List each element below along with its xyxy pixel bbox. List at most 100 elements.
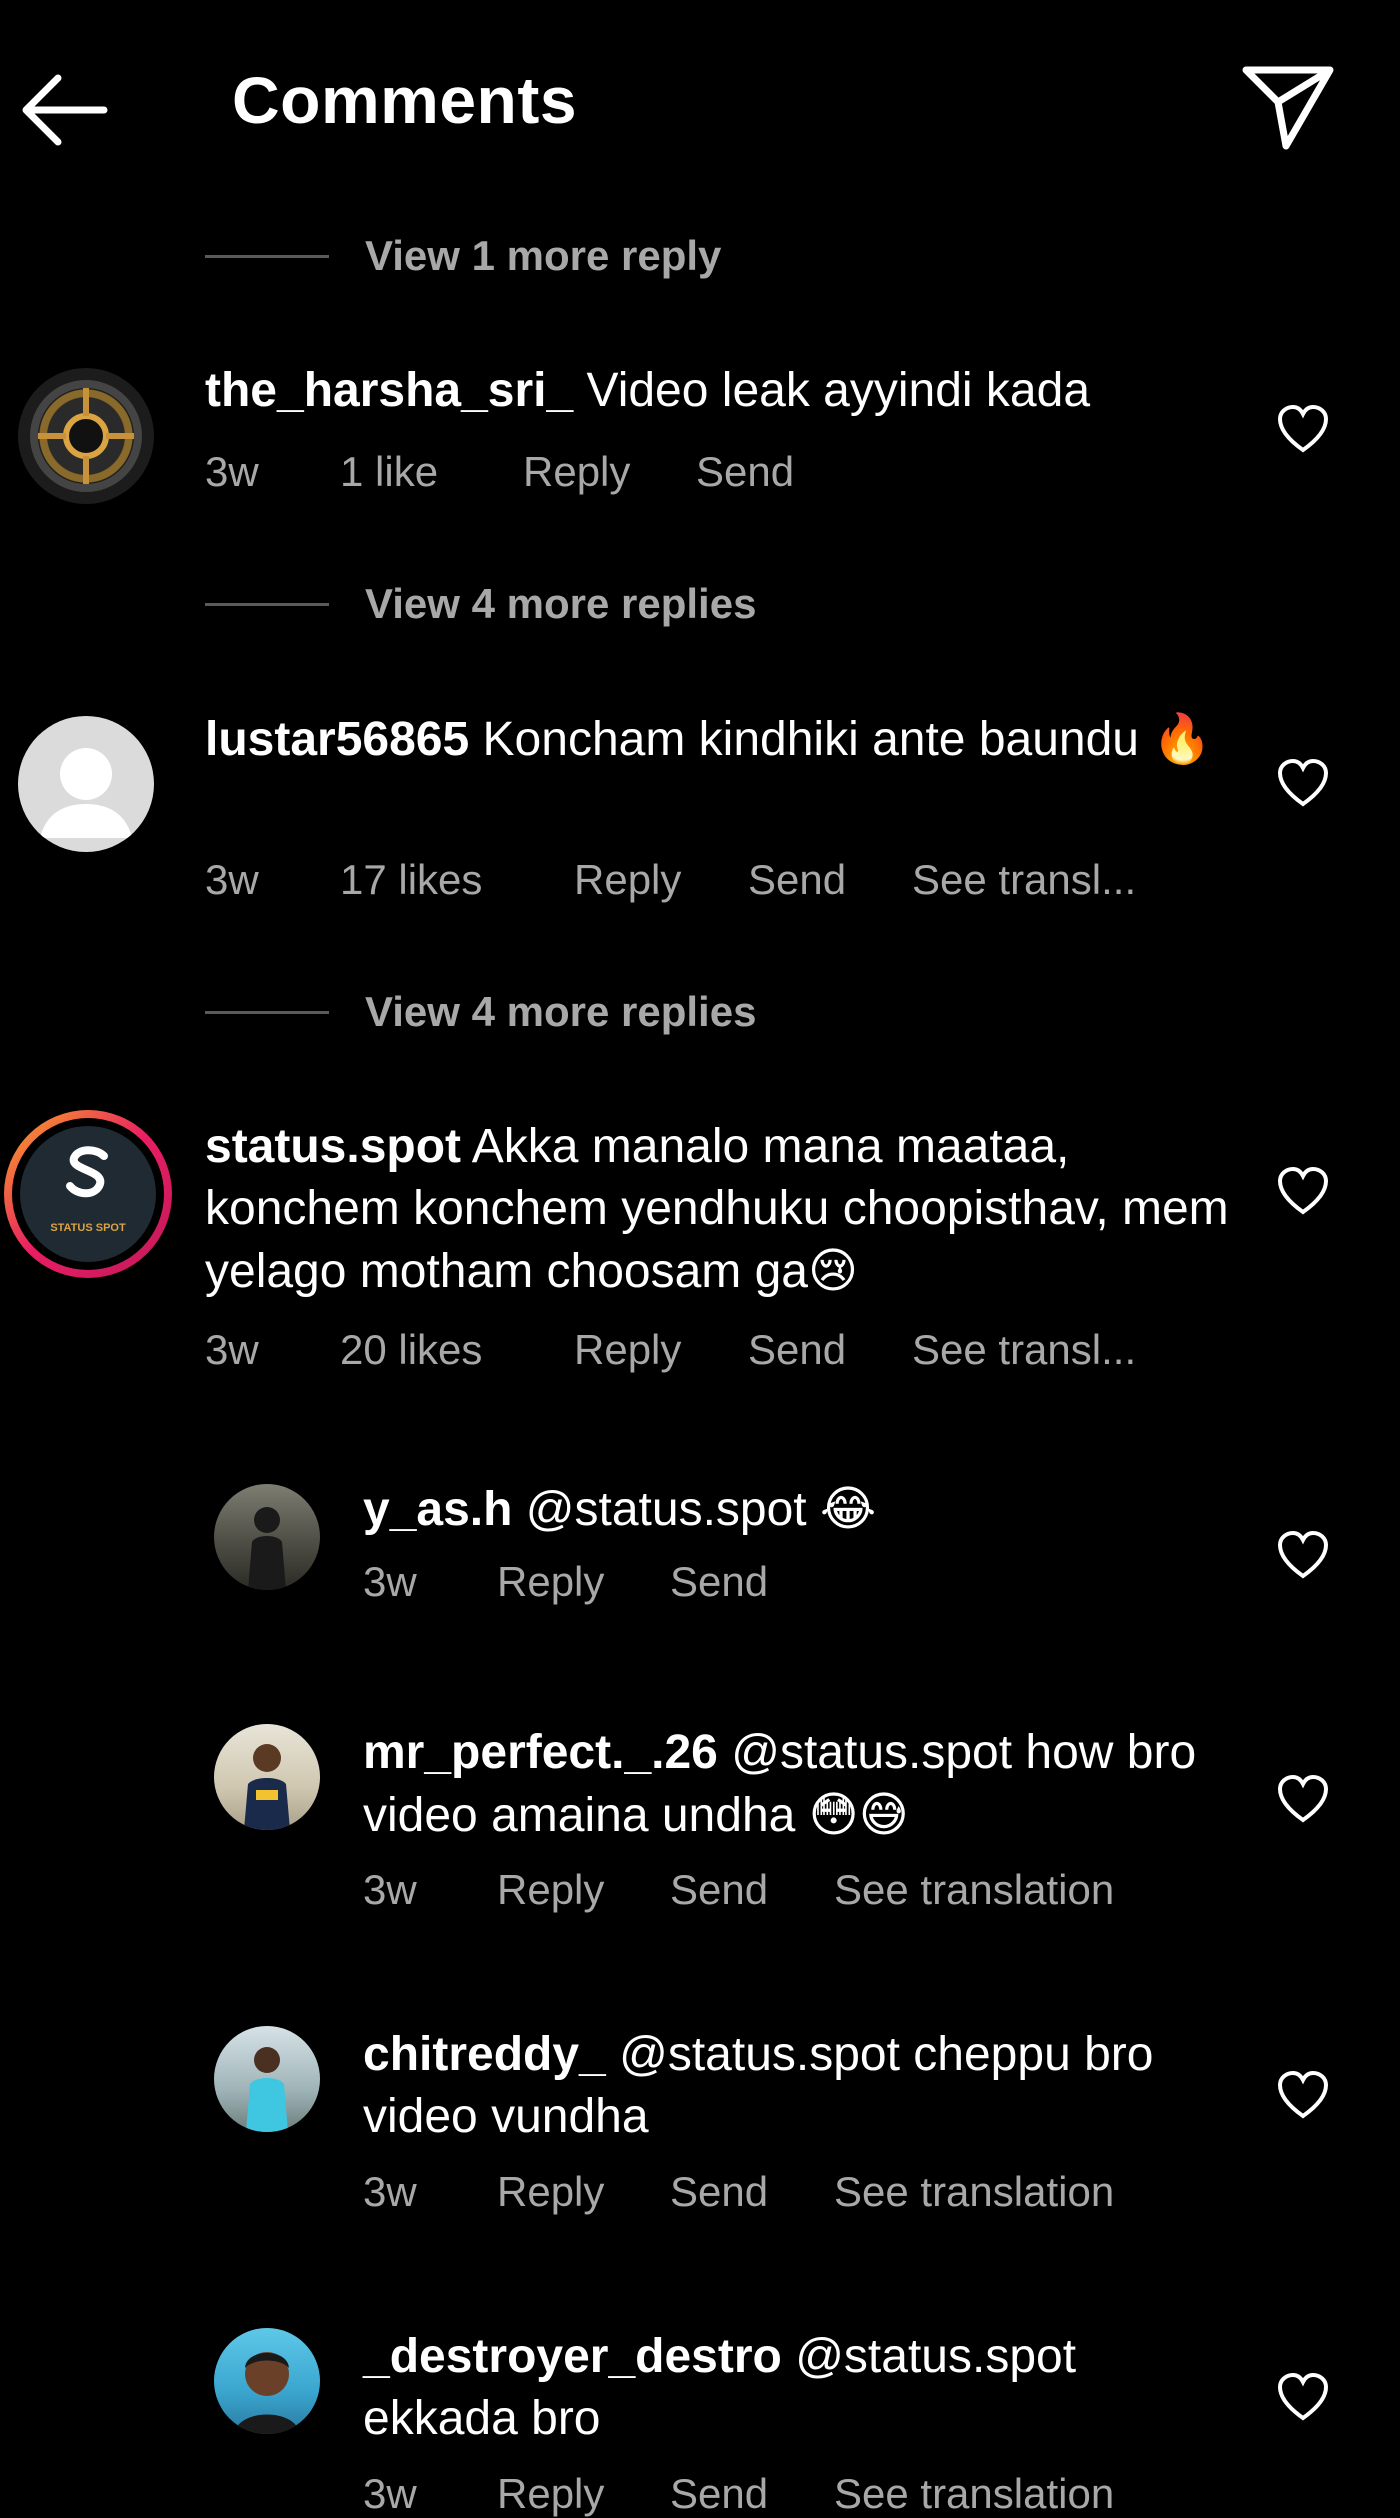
see-translation-button[interactable]: See translation [834,2470,1114,2518]
comment-meta: 3w Reply Send See translation [363,2168,1114,2216]
like-button[interactable] [1276,2372,1330,2422]
motorcycle-wheel-icon [30,380,142,492]
comment-time: 3w [205,1326,259,1373]
see-translation-button[interactable]: See translation [834,1866,1114,1914]
comment-text-block: chitreddy_ @status.spot cheppu bro video… [363,2024,1243,2148]
comment-username[interactable]: y_as.h [363,1483,512,1536]
avatar-story-ring[interactable]: STATUS SPOT [4,1110,172,1278]
comment-time: 3w [363,1866,417,1913]
likes-count[interactable]: 20 likes [340,1326,574,1374]
person-photo-icon [244,1744,290,1830]
avatar[interactable] [18,716,154,852]
heart-icon [1277,1774,1329,1823]
comment-time: 3w [205,856,259,903]
like-button[interactable] [1276,1774,1330,1824]
divider-line [205,1010,329,1014]
comment-time: 3w [363,2470,417,2517]
avatar[interactable] [214,1484,320,1590]
reply-button[interactable]: Reply [523,448,696,496]
heart-icon [1277,2070,1329,2119]
reply-button[interactable]: Reply [497,1558,670,1606]
comment-time: 3w [363,2168,417,2215]
send-button[interactable]: Send [696,448,794,496]
heart-icon [1277,2372,1329,2421]
paper-plane-icon [1242,66,1334,150]
divider-line [205,602,329,606]
comment-username[interactable]: status.spot [205,1120,461,1173]
comment-username[interactable]: lustar56865 [205,713,469,766]
comment-emoji: 😳😅 [808,1787,909,1843]
reply-button[interactable]: Reply [497,2470,670,2518]
heart-icon [1277,1166,1329,1215]
avatar-logo-text: STATUS SPOT [50,1222,126,1234]
reply-button[interactable]: Reply [497,1866,670,1914]
comment-text-block: lustar56865 Koncham kindhiki ante baundu… [205,708,1235,771]
send-button[interactable]: Send [670,1866,834,1914]
comment-emoji: 😂 [819,1481,877,1537]
avatar[interactable] [214,2328,320,2434]
status-spot-logo-icon [66,1146,108,1198]
send-button[interactable]: Send [670,2168,834,2216]
comment-username[interactable]: _destroyer_destro [363,2330,782,2383]
like-button[interactable] [1276,1166,1330,1216]
comment-time: 3w [363,1558,417,1605]
view-more-label: View 1 more reply [365,232,722,279]
comment-text-block: the_harsha_sri_ Video leak ayyindi kada [205,360,1225,422]
like-button[interactable] [1276,1530,1330,1580]
comment-text-block: _destroyer_destro @status.spot ekkada br… [363,2326,1243,2450]
default-profile-icon [40,748,132,838]
likes-count[interactable]: 1 like [340,448,523,496]
top-bar: Comments [0,0,1400,200]
comment-username[interactable]: mr_perfect._.26 [363,1726,718,1779]
avatar[interactable] [214,2026,320,2132]
like-button[interactable] [1276,2070,1330,2120]
likes-count[interactable]: 17 likes [340,856,574,904]
comment-meta: 3w 1 like Reply Send [205,448,794,496]
back-button[interactable] [18,70,110,150]
reply-button[interactable]: Reply [497,2168,670,2216]
like-button[interactable] [1276,758,1330,808]
send-button[interactable]: Send [748,856,912,904]
comment-emoji: 🔥 [1152,711,1213,767]
send-button[interactable]: Send [670,2470,834,2518]
comment-text-block: mr_perfect._.26 @status.spot how bro vid… [363,1722,1243,1847]
see-translation-button[interactable]: See translation [834,2168,1114,2216]
avatar[interactable] [18,368,154,504]
view-more-label: View 4 more replies [365,988,757,1035]
share-button[interactable] [1240,62,1336,152]
comment-username[interactable]: the_harsha_sri_ [205,364,573,417]
view-more-label: View 4 more replies [365,580,757,627]
comment-meta: 3w 20 likes Reply Send See transl... [205,1326,1136,1374]
avatar[interactable] [214,1724,320,1830]
see-translation-button[interactable]: See transl... [912,1326,1136,1374]
comment-time: 3w [205,448,259,495]
heart-icon [1277,758,1329,807]
comment-meta: 3w Reply Send See translation [363,2470,1114,2518]
comment-text: Video leak ayyindi kada [586,364,1091,417]
page-title: Comments [232,63,578,137]
view-more-replies-button[interactable]: View 4 more replies [205,982,756,1042]
comment-text-block: status.spot Akka manalo mana maataa, kon… [205,1116,1235,1303]
person-photo-icon [246,2047,288,2132]
comment-text: @status.spot [525,1483,807,1536]
comment-text-block: y_as.h @status.spot 😂 [363,1478,1243,1541]
view-more-replies-button[interactable]: View 4 more replies [205,574,756,634]
send-button[interactable]: Send [748,1326,912,1374]
send-button[interactable]: Send [670,1558,768,1606]
like-button[interactable] [1276,404,1330,454]
comment-text: Koncham kindhiki ante baundu [482,713,1139,766]
comment-username[interactable]: chitreddy_ [363,2028,606,2081]
see-translation-button[interactable]: See transl... [912,856,1136,904]
comment-meta: 3w Reply Send [363,1558,768,1606]
view-more-replies-button[interactable]: View 1 more reply [205,226,721,286]
avatar: STATUS SPOT [20,1126,156,1262]
comment-emoji: 😢 [808,1243,859,1299]
heart-icon [1277,404,1329,453]
arrow-left-icon [22,74,108,146]
reply-button[interactable]: Reply [574,1326,748,1374]
reply-button[interactable]: Reply [574,856,748,904]
person-photo-icon [248,1507,286,1590]
comment-meta: 3w Reply Send See translation [363,1866,1114,1914]
comment-meta: 3w 17 likes Reply Send See transl... [205,856,1136,904]
heart-icon [1277,1530,1329,1579]
